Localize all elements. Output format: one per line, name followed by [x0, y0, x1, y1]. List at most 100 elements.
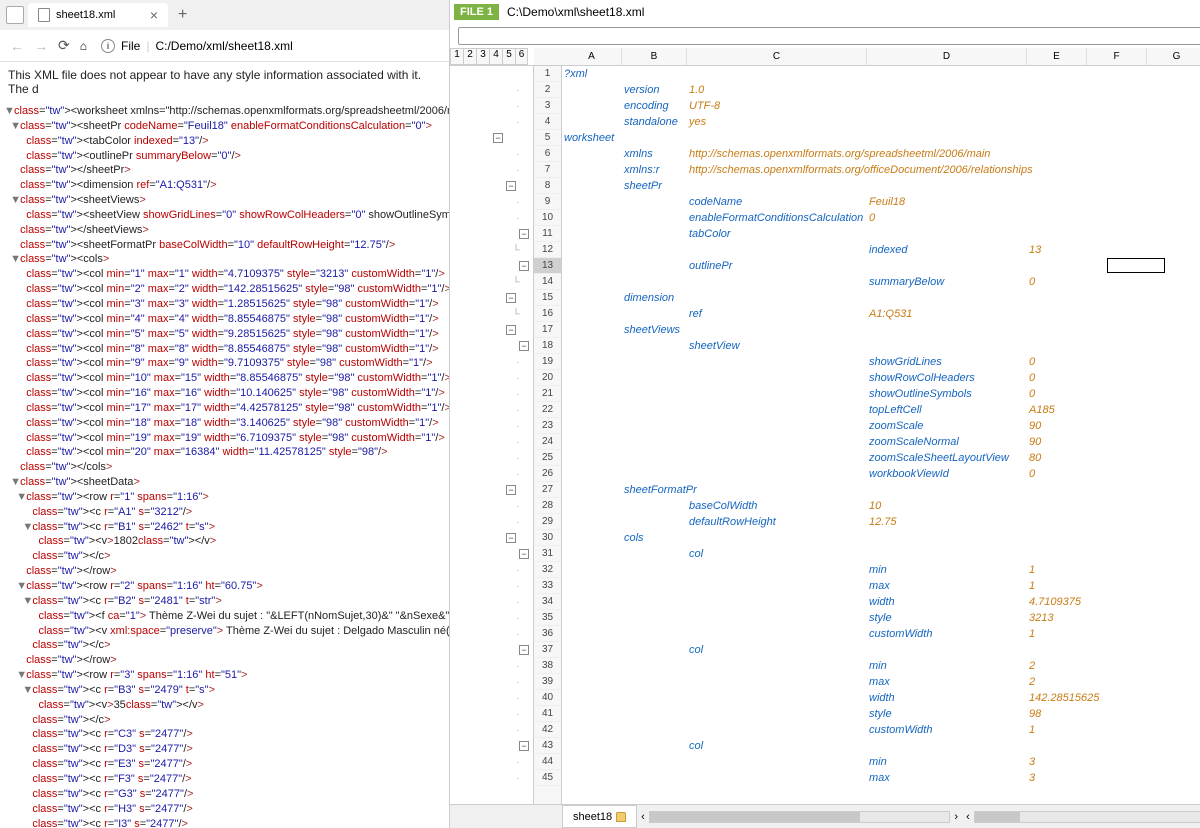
column-header[interactable]: B — [622, 48, 687, 65]
grid-cell[interactable]: sheetFormatPr — [622, 482, 687, 498]
outline-row[interactable]: · — [450, 674, 533, 690]
grid-cell[interactable]: zoomScale — [867, 418, 1027, 434]
outline-row[interactable]: · — [450, 98, 533, 114]
formula-input[interactable] — [458, 27, 1200, 45]
grid-cell[interactable]: 0 — [1027, 386, 1087, 402]
column-header[interactable]: A — [562, 48, 622, 65]
row-number[interactable]: 33 — [534, 578, 561, 594]
grid-cell[interactable] — [687, 290, 867, 306]
grid-cell[interactable] — [1087, 674, 1147, 690]
grid-cell[interactable] — [562, 146, 622, 162]
row-number[interactable]: 19 — [534, 354, 561, 370]
grid-cell[interactable] — [1147, 306, 1200, 322]
grid-cell[interactable] — [1147, 194, 1200, 210]
grid-cell[interactable] — [867, 162, 1027, 178]
grid-cell[interactable] — [1027, 194, 1087, 210]
grid-cell[interactable] — [687, 482, 867, 498]
outline-level-button[interactable]: 1 — [450, 48, 463, 65]
grid-cell[interactable] — [1147, 402, 1200, 418]
grid-cell[interactable]: Feuil18 — [867, 194, 1027, 210]
grid-cell[interactable] — [562, 178, 622, 194]
grid-cell[interactable] — [622, 66, 687, 82]
outline-level-button[interactable]: 4 — [489, 48, 502, 65]
row-number[interactable]: 37 — [534, 642, 561, 658]
grid-cell[interactable]: 3213 — [1027, 610, 1087, 626]
outline-row[interactable]: · — [450, 658, 533, 674]
grid-cell[interactable] — [622, 354, 687, 370]
grid-cell[interactable]: defaultRowHeight — [687, 514, 867, 530]
outline-row[interactable]: · — [450, 610, 533, 626]
grid-cell[interactable]: 3 — [1027, 770, 1087, 786]
grid-cell[interactable] — [867, 98, 1027, 114]
grid-cell[interactable] — [1147, 674, 1200, 690]
grid-cell[interactable] — [622, 658, 687, 674]
back-button[interactable]: ← — [10, 38, 24, 54]
row-number[interactable]: 40 — [534, 690, 561, 706]
row-number[interactable]: 13 — [534, 258, 561, 274]
grid-cell[interactable] — [562, 674, 622, 690]
grid-cell[interactable] — [562, 626, 622, 642]
row-number[interactable]: 21 — [534, 386, 561, 402]
outline-row[interactable]: · — [450, 162, 533, 178]
grid-cell[interactable] — [562, 322, 622, 338]
grid-cell[interactable]: 1 — [1027, 562, 1087, 578]
grid-cell[interactable] — [1147, 642, 1200, 658]
grid-cell[interactable]: max — [867, 770, 1027, 786]
row-number[interactable]: 42 — [534, 722, 561, 738]
grid-cell[interactable]: sheetViews — [622, 322, 687, 338]
grid-cell[interactable] — [1147, 610, 1200, 626]
grid-cell[interactable]: 3 — [1027, 754, 1087, 770]
grid-cell[interactable] — [622, 642, 687, 658]
row-number[interactable]: 17 — [534, 322, 561, 338]
grid-cell[interactable] — [687, 322, 867, 338]
grid-cell[interactable] — [1087, 658, 1147, 674]
grid-cell[interactable] — [562, 258, 622, 274]
grid-cell[interactable] — [1147, 562, 1200, 578]
grid-cell[interactable] — [1147, 386, 1200, 402]
grid-cell[interactable] — [622, 498, 687, 514]
grid-cell[interactable] — [622, 130, 687, 146]
grid-cell[interactable] — [622, 258, 687, 274]
grid-cell[interactable] — [1147, 242, 1200, 258]
outline-row[interactable]: − — [450, 178, 533, 194]
grid-cell[interactable] — [562, 210, 622, 226]
grid-cell[interactable] — [1087, 354, 1147, 370]
grid-cell[interactable] — [1027, 210, 1087, 226]
column-header[interactable]: C — [687, 48, 867, 65]
row-number[interactable]: 20 — [534, 370, 561, 386]
outline-row[interactable]: − — [450, 226, 533, 242]
grid-cell[interactable] — [687, 130, 867, 146]
grid-cell[interactable] — [1147, 450, 1200, 466]
grid-cell[interactable] — [1087, 610, 1147, 626]
row-number[interactable]: 45 — [534, 770, 561, 786]
data-grid[interactable]: ?xmlversion1.0encodingUTF-8standaloneyes… — [562, 66, 1200, 804]
grid-cell[interactable] — [562, 450, 622, 466]
grid-cell[interactable] — [622, 610, 687, 626]
grid-cell[interactable] — [687, 754, 867, 770]
browser-tab[interactable]: sheet18.xml × — [28, 3, 168, 27]
grid-cell[interactable] — [687, 530, 867, 546]
grid-cell[interactable] — [622, 450, 687, 466]
grid-cell[interactable] — [1147, 274, 1200, 290]
grid-cell[interactable]: max — [867, 578, 1027, 594]
grid-cell[interactable] — [1087, 242, 1147, 258]
grid-cell[interactable] — [622, 242, 687, 258]
grid-cell[interactable]: 4.7109375 — [1027, 594, 1087, 610]
grid-cell[interactable] — [1147, 290, 1200, 306]
grid-cell[interactable] — [1027, 306, 1087, 322]
grid-cell[interactable]: 142.28515625 — [1027, 690, 1087, 706]
grid-cell[interactable]: style — [867, 610, 1027, 626]
grid-cell[interactable] — [687, 466, 867, 482]
grid-cell[interactable]: tabColor — [687, 226, 867, 242]
outline-row[interactable]: · — [450, 770, 533, 786]
outline-row[interactable]: · — [450, 146, 533, 162]
grid-cell[interactable] — [622, 770, 687, 786]
grid-cell[interactable] — [867, 642, 1027, 658]
grid-cell[interactable] — [622, 562, 687, 578]
outline-row[interactable]: − — [450, 130, 533, 146]
grid-cell[interactable] — [1147, 146, 1200, 162]
outline-row[interactable]: · — [450, 578, 533, 594]
grid-cell[interactable] — [1027, 130, 1087, 146]
grid-cell[interactable] — [1027, 146, 1087, 162]
grid-cell[interactable] — [867, 66, 1027, 82]
